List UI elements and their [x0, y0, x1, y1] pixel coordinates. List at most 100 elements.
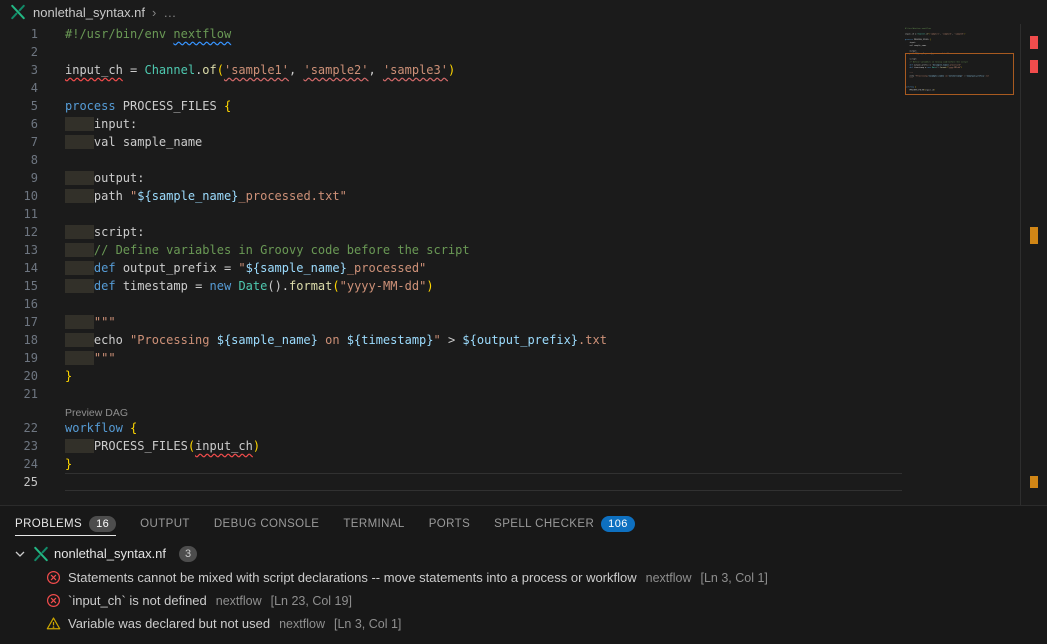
code-text[interactable]: script: — [65, 223, 902, 241]
problem-source: nextflow — [646, 571, 692, 585]
code-line: 7 val sample_name — [0, 133, 902, 151]
code-token: timestamp — [123, 279, 188, 293]
panel-tab-problems[interactable]: PROBLEMS16 — [15, 506, 116, 541]
tab-badge: 106 — [601, 516, 635, 532]
line-number[interactable]: 17 — [0, 313, 38, 331]
code-token: ) — [253, 439, 260, 453]
code-token: ${output_prefix} — [462, 333, 578, 347]
minimap[interactable]: #!/usr/bin/env nextflowinput_ch = Channe… — [905, 27, 1017, 111]
panel-tab-terminal[interactable]: TERMINAL — [343, 506, 404, 541]
line-number[interactable]: 10 — [0, 187, 38, 205]
code-text[interactable]: workflow { — [65, 419, 902, 437]
line-number[interactable]: 9 — [0, 169, 38, 187]
chevron-down-icon[interactable] — [12, 546, 28, 562]
code-text[interactable]: val sample_name — [65, 133, 902, 151]
line-number[interactable]: 5 — [0, 97, 38, 115]
minimap-line — [905, 94, 1017, 97]
line-number[interactable]: 21 — [0, 385, 38, 403]
code-text[interactable] — [65, 295, 902, 313]
line-number[interactable]: 14 — [0, 259, 38, 277]
problem-item[interactable]: Variable was declared but not usednextfl… — [0, 612, 1047, 635]
code-token: #!/usr/bin/env — [65, 27, 173, 41]
code-line: 20} — [0, 367, 902, 385]
code-text[interactable]: echo "Processing ${sample_name} on ${tim… — [65, 331, 902, 349]
panel-tab-ports[interactable]: PORTS — [429, 506, 470, 541]
code-line: 1 #!/usr/bin/env nextflow — [0, 25, 902, 43]
codelens-preview-dag[interactable]: Preview DAG — [65, 407, 128, 419]
code-text[interactable]: output: — [65, 169, 902, 187]
code-text[interactable]: input: — [65, 115, 902, 133]
code-token: workflow — [65, 421, 130, 435]
code-token: > — [441, 333, 463, 347]
line-number[interactable]: 24 — [0, 455, 38, 473]
code-text[interactable]: input_ch = Channel.of('sample1', 'sample… — [65, 61, 902, 79]
code-line: 5 process PROCESS_FILES { — [0, 97, 902, 115]
code-line: 6 input: — [0, 115, 902, 133]
code-token: (). — [267, 279, 289, 293]
code-text[interactable] — [65, 151, 902, 169]
line-number[interactable]: 2 — [0, 43, 38, 61]
code-token: Channel — [144, 63, 195, 77]
code-line: 22 workflow { — [0, 419, 902, 437]
line-number[interactable]: 12 — [0, 223, 38, 241]
panel-tab-debug-console[interactable]: DEBUG CONSOLE — [214, 506, 320, 541]
line-number[interactable]: 4 — [0, 79, 38, 97]
breadcrumb-ellipsis[interactable]: … — [163, 5, 176, 20]
breadcrumb-separator: › — [152, 5, 156, 20]
code-line: 24} — [0, 455, 902, 473]
line-number[interactable]: 15 — [0, 277, 38, 295]
code-text[interactable]: """ — [65, 313, 902, 331]
code-token: PROCESS_FILES — [94, 439, 188, 453]
nextflow-file-icon — [33, 546, 49, 562]
code-token: Date — [238, 279, 267, 293]
minimap-content: #!/usr/bin/env nextflowinput_ch = Channe… — [905, 27, 1017, 97]
code-token: sample_name — [123, 135, 202, 149]
code-line: 3 input_ch = Channel.of('sample1', 'sampl… — [0, 61, 902, 79]
code-text[interactable]: process PROCESS_FILES { — [65, 97, 902, 115]
code-token: 'sample2' — [303, 63, 368, 77]
overview-ruler[interactable] — [1020, 24, 1047, 505]
line-number[interactable]: 3 — [0, 61, 38, 79]
code-token: } — [65, 457, 72, 471]
line-number[interactable]: 23 — [0, 437, 38, 455]
panel-tab-output[interactable]: OUTPUT — [140, 506, 190, 541]
line-number[interactable]: 18 — [0, 331, 38, 349]
code-text[interactable]: def output_prefix = "${sample_name}_proc… — [65, 259, 902, 277]
line-number[interactable]: 25 — [0, 473, 38, 491]
problem-item[interactable]: Statements cannot be mixed with script d… — [0, 566, 1047, 589]
code-text[interactable]: } — [65, 367, 902, 385]
problem-location: [Ln 3, Col 1] — [701, 571, 768, 585]
breadcrumb: nonlethal_syntax.nf › … — [0, 0, 1047, 24]
problems-file-row[interactable]: nonlethal_syntax.nf 3 — [0, 541, 1047, 566]
code-text[interactable]: } — [65, 455, 902, 473]
code-text[interactable] — [65, 385, 902, 403]
code-text[interactable]: #!/usr/bin/env nextflow — [65, 25, 902, 43]
code-text[interactable] — [65, 473, 902, 491]
code-token: " — [434, 333, 441, 347]
line-number[interactable]: 22 — [0, 419, 38, 437]
line-number[interactable]: 7 — [0, 133, 38, 151]
breadcrumb-filename[interactable]: nonlethal_syntax.nf — [33, 5, 145, 20]
code-text[interactable]: def timestamp = new Date().format("yyyy-… — [65, 277, 902, 295]
line-number[interactable]: 20 — [0, 367, 38, 385]
line-number[interactable]: 8 — [0, 151, 38, 169]
code-text[interactable] — [65, 79, 902, 97]
problems-filename: nonlethal_syntax.nf — [54, 546, 166, 561]
line-number[interactable]: 16 — [0, 295, 38, 313]
code-text[interactable] — [65, 205, 902, 223]
line-number[interactable]: 19 — [0, 349, 38, 367]
line-number[interactable]: 1 — [0, 25, 38, 43]
line-number[interactable]: 6 — [0, 115, 38, 133]
line-number[interactable]: 13 — [0, 241, 38, 259]
panel-tab-label: OUTPUT — [140, 518, 190, 530]
problem-item[interactable]: `input_ch` is not definednextflow[Ln 23,… — [0, 589, 1047, 612]
panel-tab-spell-checker[interactable]: SPELL CHECKER106 — [494, 506, 635, 541]
code-text[interactable]: PROCESS_FILES(input_ch) — [65, 437, 902, 455]
code-text[interactable]: """ — [65, 349, 902, 367]
code-text[interactable] — [65, 43, 902, 61]
code-line: 23 PROCESS_FILES(input_ch) — [0, 437, 902, 455]
code-line: 13 // Define variables in Groovy code be… — [0, 241, 902, 259]
code-text[interactable]: // Define variables in Groovy code befor… — [65, 241, 902, 259]
code-text[interactable]: path "${sample_name}_processed.txt" — [65, 187, 902, 205]
line-number[interactable]: 11 — [0, 205, 38, 223]
